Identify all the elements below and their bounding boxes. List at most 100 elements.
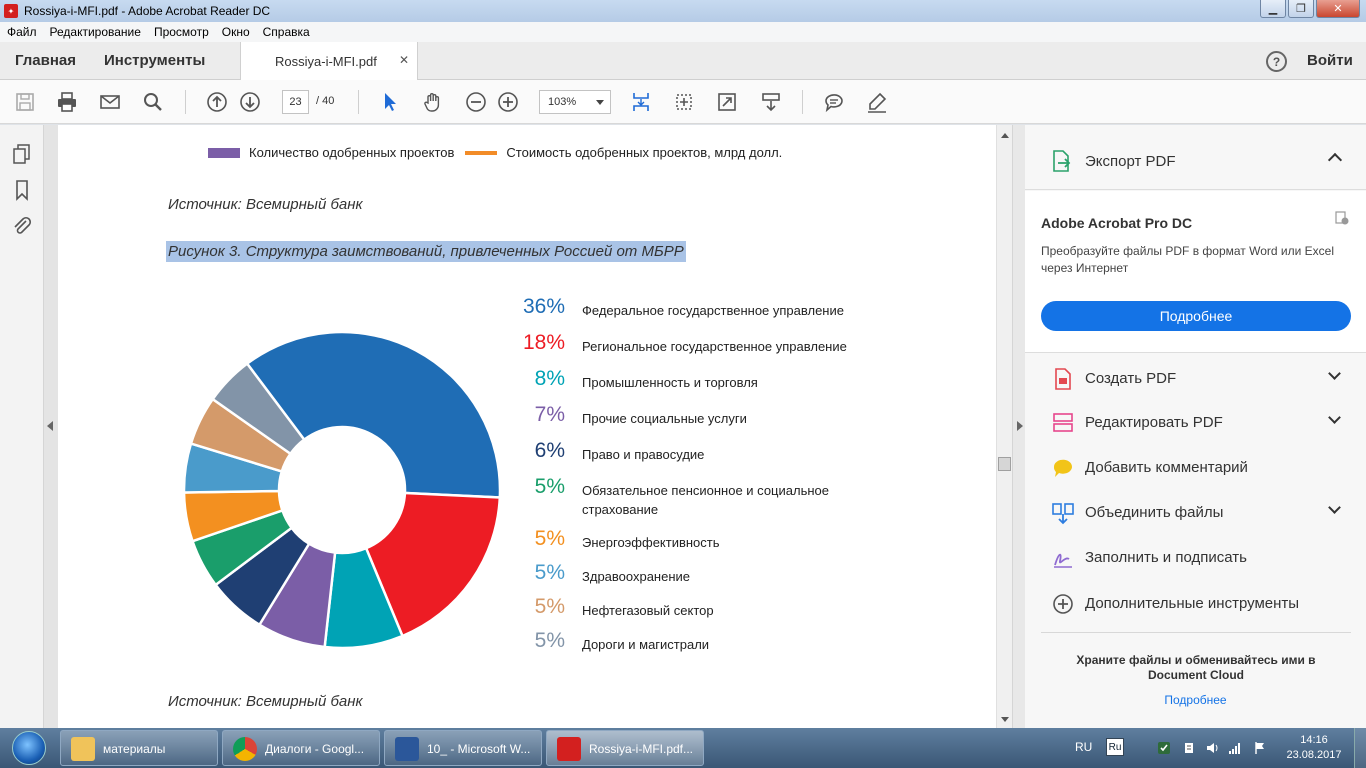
save-icon[interactable]: [13, 90, 37, 114]
full-screen-icon[interactable]: [715, 90, 739, 114]
page-number-input[interactable]: [282, 90, 309, 114]
edit-pdf-icon: [1051, 411, 1075, 435]
chart-category-label: Право и правосудие: [582, 447, 705, 462]
tool-item[interactable]: Заполнить и подписать: [1025, 538, 1366, 578]
scroll-mode-icon[interactable]: [759, 90, 783, 114]
tool-item[interactable]: Дополнительные инструменты: [1025, 584, 1366, 624]
tool-item[interactable]: Создать PDF: [1025, 359, 1366, 399]
taskbar-item[interactable]: материалы: [60, 730, 218, 766]
rotate-view-icon[interactable]: [672, 90, 696, 114]
chevron-down-icon[interactable]: [1328, 367, 1341, 380]
collapse-left-panel-button[interactable]: [44, 125, 58, 728]
search-icon[interactable]: [141, 90, 165, 114]
promo-card: Adobe Acrobat Pro DC Преобразуйте файлы …: [1025, 191, 1366, 353]
legend-label-cost: Стоимость одобренных проектов, млрд долл…: [506, 145, 783, 160]
chart-category-label: Прочие социальные услуги: [582, 411, 747, 426]
print-icon[interactable]: [55, 90, 79, 114]
document-icon: [1335, 211, 1349, 225]
chart-label-row: 36% Федеральное государственное управлени…: [513, 295, 913, 325]
taskbar-item-label: Диалоги - Googl...: [265, 742, 365, 756]
menu-file[interactable]: Файл: [0, 25, 43, 39]
figure-title[interactable]: Рисунок 3. Структура заимствований, прив…: [166, 241, 686, 262]
scroll-up-icon[interactable]: [1001, 133, 1009, 138]
taskbar-item[interactable]: Rossiya-i-MFI.pdf...: [546, 730, 704, 766]
menu-window[interactable]: Окно: [215, 25, 256, 39]
menu-edit[interactable]: Редактирование: [43, 25, 147, 39]
vertical-scrollbar[interactable]: [996, 125, 1012, 728]
taskbar-item-label: Rossiya-i-MFI.pdf...: [589, 742, 694, 756]
taskbar: материалы Диалоги - Googl... 10_ - Microso…: [0, 728, 1366, 768]
taskbar-item-label: материалы: [103, 742, 166, 756]
tab-bar: Главная Инструменты Rossiya-i-MFI.pdf ✕ …: [0, 42, 1366, 81]
tray-app-icon[interactable]: [1157, 741, 1171, 755]
taskbar-item[interactable]: 10_ - Microsoft W...: [384, 730, 542, 766]
page-thumbnails-icon[interactable]: [11, 143, 33, 165]
chart-label-row: 5% Здравоохранение: [513, 561, 913, 591]
zoom-in-icon[interactable]: [496, 90, 520, 114]
tool-item[interactable]: Редактировать PDF: [1025, 403, 1366, 443]
highlight-pen-icon[interactable]: [865, 90, 889, 114]
volume-icon[interactable]: [1206, 741, 1220, 755]
attachments-icon[interactable]: [11, 215, 33, 237]
tab-home[interactable]: Главная: [15, 52, 76, 69]
taskbar-item[interactable]: Диалоги - Googl...: [222, 730, 380, 766]
collapse-right-panel-button[interactable]: [1012, 125, 1025, 728]
minimize-button[interactable]: ▁: [1260, 0, 1286, 18]
document-view[interactable]: Количество одобренных проектов Стоимость…: [58, 125, 996, 728]
zoom-out-icon[interactable]: [464, 90, 488, 114]
fit-page-icon[interactable]: [629, 90, 653, 114]
zoom-value: 103%: [548, 96, 577, 108]
chart-label-row: 5% Нефтегазовый сектор: [513, 595, 913, 625]
export-pdf-section[interactable]: Экспорт PDF: [1025, 125, 1366, 190]
scroll-down-icon[interactable]: [1001, 717, 1009, 722]
signin-button[interactable]: Войти: [1307, 52, 1353, 69]
email-icon[interactable]: [98, 90, 122, 114]
tool-item[interactable]: Добавить комментарий: [1025, 448, 1366, 488]
next-page-icon[interactable]: [238, 90, 262, 114]
menu-help[interactable]: Справка: [256, 25, 316, 39]
chevron-down-icon[interactable]: [1328, 411, 1341, 424]
previous-page-icon[interactable]: [205, 90, 229, 114]
chart-percent-label: 5%: [534, 629, 565, 652]
tool-label: Объединить файлы: [1085, 504, 1224, 521]
tool-label: Заполнить и подписать: [1085, 549, 1247, 566]
menu-view[interactable]: Просмотр: [147, 25, 215, 39]
scrollbar-thumb[interactable]: [998, 457, 1011, 471]
start-button[interactable]: [4, 729, 54, 767]
tools-pane: Экспорт PDF Adobe Acrobat Pro DC Преобра…: [1025, 125, 1366, 728]
maximize-button[interactable]: ❐: [1288, 0, 1314, 18]
create-pdf-icon: [1051, 367, 1075, 391]
menu-bar: Файл Редактирование Просмотр Окно Справк…: [0, 22, 1366, 42]
tool-item[interactable]: Объединить файлы: [1025, 493, 1366, 533]
source-note: Источник: Всемирный банк: [168, 693, 363, 710]
chart-label-row: 5% Энергоэффективность: [513, 527, 913, 557]
title-bar: ✦ Rossiya-i-MFI.pdf - Adobe Acrobat Read…: [0, 0, 1366, 22]
close-tab-icon[interactable]: ✕: [399, 53, 409, 67]
tab-document[interactable]: Rossiya-i-MFI.pdf ✕: [240, 42, 418, 81]
document-cloud-link[interactable]: Подробнее: [1025, 693, 1366, 707]
comment-icon[interactable]: [822, 90, 846, 114]
clock[interactable]: 14:16 23.08.2017: [1282, 733, 1346, 763]
language-indicator[interactable]: RU: [1075, 740, 1092, 754]
action-center-icon[interactable]: [1182, 741, 1196, 755]
flag-icon[interactable]: [1253, 741, 1267, 755]
bookmarks-icon[interactable]: [11, 179, 33, 201]
network-signal-icon[interactable]: [1228, 741, 1242, 755]
window-title: Rossiya-i-MFI.pdf - Adobe Acrobat Reader…: [24, 4, 271, 18]
chevron-up-icon[interactable]: [1327, 152, 1343, 168]
tab-tools[interactable]: Инструменты: [104, 52, 205, 69]
source-note: Источник: Всемирный банк: [168, 196, 363, 213]
zoom-select[interactable]: 103%: [539, 90, 611, 114]
chart-percent-label: 7%: [534, 403, 565, 426]
chevron-down-icon[interactable]: [1328, 501, 1341, 514]
chart-label-row: 18% Региональное государственное управлен…: [513, 331, 913, 361]
keyboard-layout-icon[interactable]: Ru: [1106, 738, 1124, 756]
toolbar-separator: [802, 90, 803, 114]
learn-more-button[interactable]: Подробнее: [1041, 301, 1351, 331]
select-cursor-icon[interactable]: [378, 90, 402, 114]
help-icon[interactable]: ?: [1266, 51, 1287, 72]
hand-tool-icon[interactable]: [421, 90, 445, 114]
chart-percent-label: 8%: [534, 367, 565, 390]
show-desktop-button[interactable]: [1354, 728, 1366, 768]
close-button[interactable]: ✕: [1316, 0, 1360, 18]
